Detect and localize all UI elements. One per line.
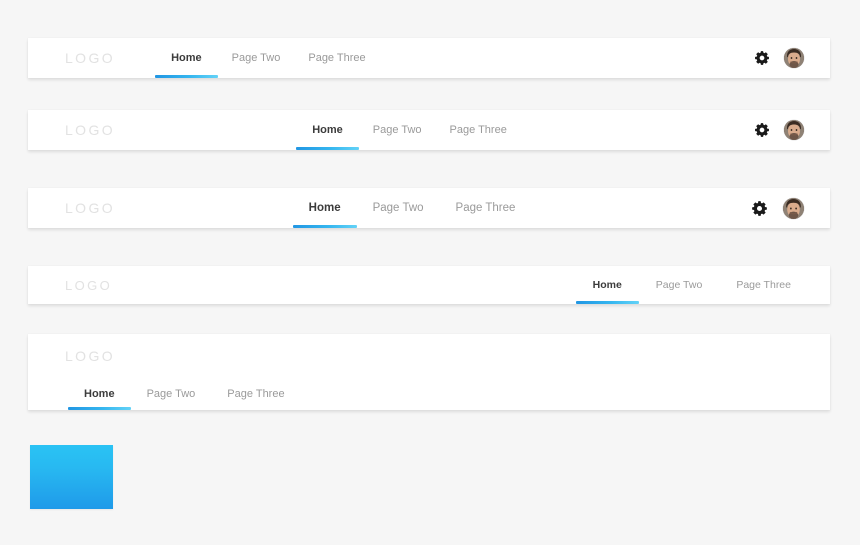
- active-underline: [68, 407, 131, 410]
- gear-icon[interactable]: [754, 122, 770, 138]
- nav-link-page-two[interactable]: Page Two: [131, 378, 212, 410]
- nav-link-home[interactable]: Home: [292, 188, 357, 228]
- active-underline: [296, 147, 359, 150]
- nav-link-label: Page Three: [308, 52, 366, 64]
- nav-link-label: Home: [308, 202, 341, 214]
- active-underline: [292, 225, 357, 228]
- navbar-actions: [754, 48, 804, 68]
- navbar-right-aligned-no-actions: LOGO Home Page Two Page Three: [28, 266, 830, 304]
- navbar-stacked-two-row: LOGO Home Page Two Page Three: [28, 334, 830, 410]
- nav-link-home[interactable]: Home: [575, 266, 639, 304]
- nav-link-label: Page Three: [455, 202, 516, 214]
- nav-link-page-three[interactable]: Page Three: [436, 110, 521, 150]
- link-row: Home Page Two Page Three: [28, 378, 830, 410]
- nav-link-home[interactable]: Home: [296, 110, 359, 150]
- avatar[interactable]: [783, 197, 804, 219]
- active-underline: [575, 301, 639, 304]
- nav-links: Home Page Two Page Three: [575, 266, 808, 304]
- nav-link-page-two[interactable]: Page Two: [357, 188, 440, 228]
- avatar[interactable]: [784, 120, 804, 140]
- nav-links: Home Page Two Page Three: [155, 38, 380, 78]
- active-underline: [155, 75, 218, 78]
- nav-link-page-three[interactable]: Page Three: [294, 38, 379, 78]
- nav-link-page-three[interactable]: Page Three: [719, 266, 808, 304]
- navbar-actions: [754, 120, 804, 140]
- navbar-center-right-with-actions: LOGO Home Page Two Page Three: [28, 110, 830, 150]
- logo[interactable]: LOGO: [65, 348, 115, 364]
- gear-icon[interactable]: [754, 50, 770, 66]
- logo[interactable]: LOGO: [65, 50, 115, 66]
- navbar-right-aligned-with-actions: LOGO Home Page Two Page Three: [28, 188, 830, 228]
- nav-link-label: Page Two: [231, 52, 281, 64]
- nav-link-home[interactable]: Home: [68, 378, 131, 410]
- logo[interactable]: LOGO: [65, 278, 112, 293]
- nav-links: Home Page Two Page Three: [68, 378, 301, 410]
- nav-link-page-two[interactable]: Page Two: [218, 38, 295, 78]
- nav-links: Home Page Two Page Three: [296, 110, 521, 150]
- nav-link-page-three[interactable]: Page Three: [211, 378, 300, 410]
- nav-link-page-two[interactable]: Page Two: [639, 266, 720, 304]
- nav-link-page-three[interactable]: Page Three: [440, 188, 532, 228]
- navbar-actions: [751, 197, 804, 219]
- nav-link-label: Home: [592, 279, 622, 291]
- nav-link-label: Home: [312, 124, 343, 136]
- nav-link-label: Page Two: [655, 279, 703, 291]
- nav-link-label: Page Two: [372, 202, 424, 214]
- nav-link-label: Page Three: [736, 279, 791, 291]
- navbar-left-aligned-with-actions: LOGO Home Page Two Page Three: [28, 38, 830, 78]
- nav-links: Home Page Two Page Three: [292, 188, 532, 228]
- logo[interactable]: LOGO: [65, 200, 115, 216]
- avatar[interactable]: [784, 48, 804, 68]
- nav-link-label: Page Two: [146, 388, 196, 400]
- accent-gradient-swatch: [30, 445, 113, 509]
- nav-link-label: Home: [84, 388, 115, 400]
- logo[interactable]: LOGO: [65, 122, 115, 138]
- gear-icon[interactable]: [751, 200, 768, 217]
- nav-link-label: Page Three: [449, 124, 507, 136]
- nav-link-label: Page Three: [227, 388, 285, 400]
- logo-row: LOGO: [28, 334, 830, 378]
- nav-link-label: Home: [171, 52, 202, 64]
- nav-link-page-two[interactable]: Page Two: [359, 110, 436, 150]
- nav-link-label: Page Two: [372, 124, 422, 136]
- nav-link-home[interactable]: Home: [155, 38, 218, 78]
